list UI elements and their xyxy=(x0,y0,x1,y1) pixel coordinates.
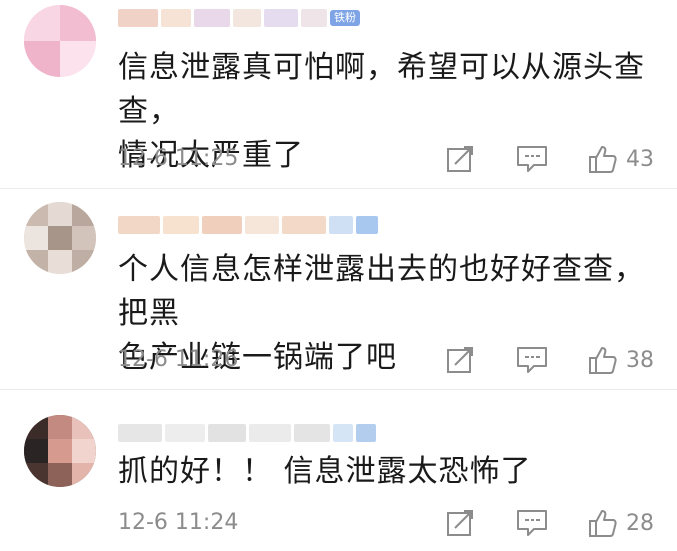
comment-icon xyxy=(517,347,547,373)
fan-badge: 铁粉 xyxy=(330,10,360,26)
share-icon xyxy=(447,347,473,373)
thumbs-up-icon xyxy=(589,146,617,173)
comment-item: 个人信息怎样泄露出去的也好好查查，把黑 色产业链一锅端了吧 12-6 11:26 xyxy=(0,190,677,390)
like-count: 38 xyxy=(626,347,654,373)
comment-icon xyxy=(517,146,547,172)
username-obscured[interactable] xyxy=(118,212,378,238)
divider xyxy=(0,188,677,189)
comment-button[interactable] xyxy=(516,144,548,174)
comment-meta: 12-6 11:25 43 xyxy=(118,144,658,174)
like-count: 43 xyxy=(626,146,654,172)
like-button[interactable]: 38 xyxy=(588,345,654,375)
comment-item: 铁粉 信息泄露真可怕啊，希望可以从源头查查， 情况太严重了 12-6 11:25 xyxy=(0,0,677,190)
comment-button[interactable] xyxy=(516,345,548,375)
username-obscured[interactable] xyxy=(118,420,376,446)
comment-meta: 12-6 11:26 38 xyxy=(118,345,658,375)
like-button[interactable]: 43 xyxy=(588,144,654,174)
avatar[interactable] xyxy=(24,202,96,274)
comment-button[interactable] xyxy=(516,508,548,538)
timestamp: 12-6 11:25 xyxy=(118,146,239,171)
comment-item: 抓的好！！ 信息泄露太恐怖了 12-6 11:24 28 xyxy=(0,390,677,551)
username-obscured[interactable]: 铁粉 xyxy=(118,5,360,31)
timestamp: 12-6 11:26 xyxy=(118,347,239,372)
thumbs-up-icon xyxy=(589,347,617,374)
share-button[interactable] xyxy=(446,345,476,375)
thumbs-up-icon xyxy=(589,510,617,537)
share-button[interactable] xyxy=(446,144,476,174)
comment-feed: 铁粉 信息泄露真可怕啊，希望可以从源头查查， 情况太严重了 12-6 11:25 xyxy=(0,0,677,551)
timestamp: 12-6 11:24 xyxy=(118,510,239,535)
comment-icon xyxy=(517,510,547,536)
avatar[interactable] xyxy=(24,5,96,77)
comment-meta: 12-6 11:24 28 xyxy=(118,508,658,538)
like-count: 28 xyxy=(626,510,654,536)
avatar[interactable] xyxy=(24,415,96,487)
comment-text-line: 信息泄露真可怕啊，希望可以从源头查查， xyxy=(118,50,645,129)
like-button[interactable]: 28 xyxy=(588,508,654,538)
comment-text: 抓的好！！ 信息泄露太恐怖了 xyxy=(118,450,658,494)
share-icon xyxy=(447,146,473,172)
comment-text-line: 个人信息怎样泄露出去的也好好查查，把黑 xyxy=(118,252,645,331)
share-icon xyxy=(447,510,473,536)
share-button[interactable] xyxy=(446,508,476,538)
comment-text-line: 抓的好！！ 信息泄露太恐怖了 xyxy=(118,454,532,489)
